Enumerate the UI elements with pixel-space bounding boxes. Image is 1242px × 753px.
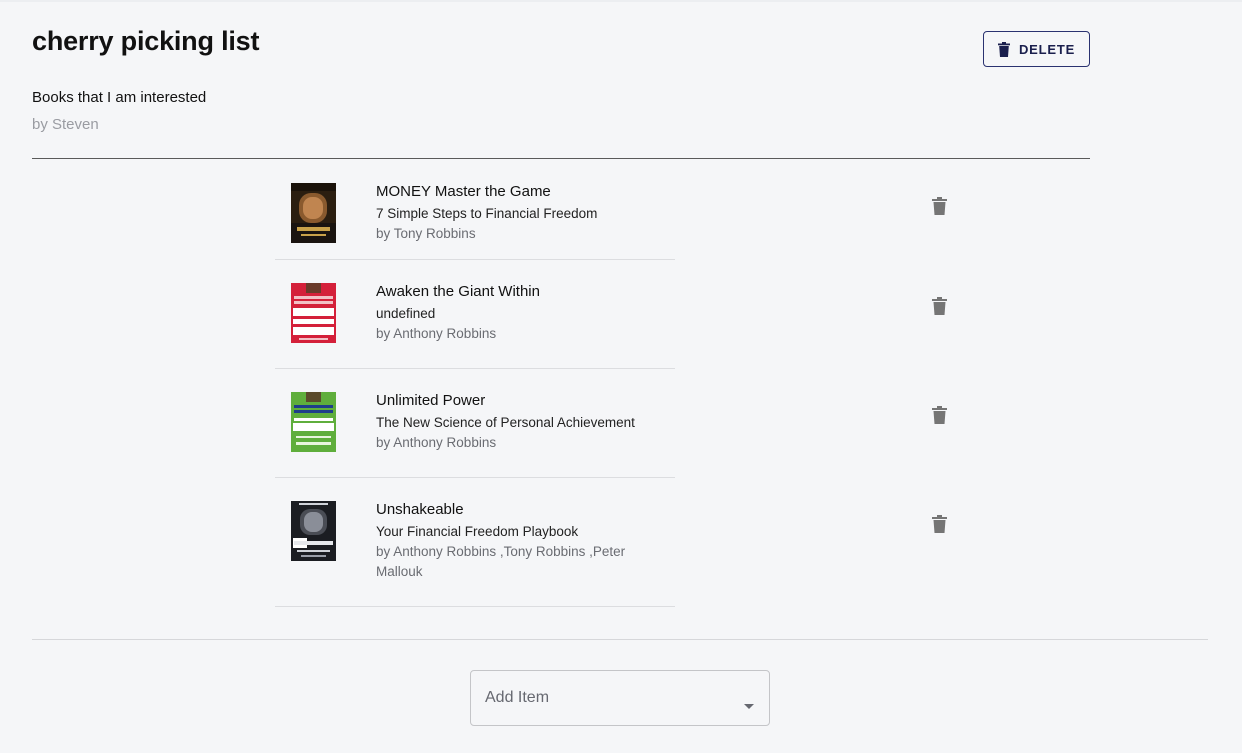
header-divider (32, 158, 1090, 159)
trash-icon (997, 41, 1010, 57)
book-subtitle: The New Science of Personal Achievement (376, 415, 635, 430)
page-title: cherry picking list (32, 26, 260, 56)
book-subtitle: undefined (376, 306, 436, 321)
book-info: Awaken the Giant Within undefined by Ant… (376, 283, 666, 344)
delete-button-label: DELETE (1018, 41, 1076, 57)
book-subtitle: 7 Simple Steps to Financial Freedom (376, 206, 598, 221)
book-info: Unshakeable Your Financial Freedom Playb… (376, 501, 666, 582)
trash-icon (931, 296, 947, 320)
book-authors: by Anthony Robbins (376, 435, 497, 450)
book-item: Awaken the Giant Within undefined by Ant… (275, 260, 955, 369)
book-cover-money (291, 183, 336, 243)
remove-book-button[interactable] (927, 405, 951, 429)
footer-divider (32, 639, 1208, 640)
trash-icon (931, 405, 947, 429)
book-title: Unlimited Power (376, 392, 486, 409)
trash-icon (931, 196, 947, 220)
book-item: Unlimited Power The New Science of Perso… (275, 369, 955, 478)
book-title: MONEY Master the Game (376, 183, 551, 200)
book-cover-unshakeable (291, 501, 336, 561)
trash-icon (931, 514, 947, 538)
top-edge (0, 0, 1242, 2)
book-cover-awaken (291, 283, 336, 343)
book-authors: by Anthony Robbins (376, 326, 497, 341)
book-title: Unshakeable (376, 501, 464, 518)
book-title: Awaken the Giant Within (376, 283, 540, 300)
book-item: Unshakeable Your Financial Freedom Playb… (275, 478, 955, 607)
book-cover-unlimited-power (291, 392, 336, 452)
row-divider (275, 606, 675, 607)
remove-book-button[interactable] (927, 514, 951, 538)
remove-book-button[interactable] (927, 196, 951, 220)
book-item: MONEY Master the Game 7 Simple Steps to … (275, 160, 955, 260)
book-authors: by Tony Robbins (376, 226, 476, 241)
caret-down-icon (744, 696, 754, 714)
add-item-select[interactable]: Add Item (470, 670, 770, 726)
book-authors: by Anthony Robbins ,Tony Robbins ,Peter … (376, 544, 626, 579)
book-info: MONEY Master the Game 7 Simple Steps to … (376, 183, 666, 244)
remove-book-button[interactable] (927, 296, 951, 320)
book-info: Unlimited Power The New Science of Perso… (376, 392, 666, 453)
list-description: Books that I am interested (32, 89, 207, 106)
list-author: by Steven (32, 116, 99, 133)
add-item-placeholder: Add Item (485, 689, 550, 706)
book-list: MONEY Master the Game 7 Simple Steps to … (275, 160, 955, 607)
delete-list-button[interactable]: DELETE (983, 31, 1090, 67)
book-subtitle: Your Financial Freedom Playbook (376, 524, 579, 539)
